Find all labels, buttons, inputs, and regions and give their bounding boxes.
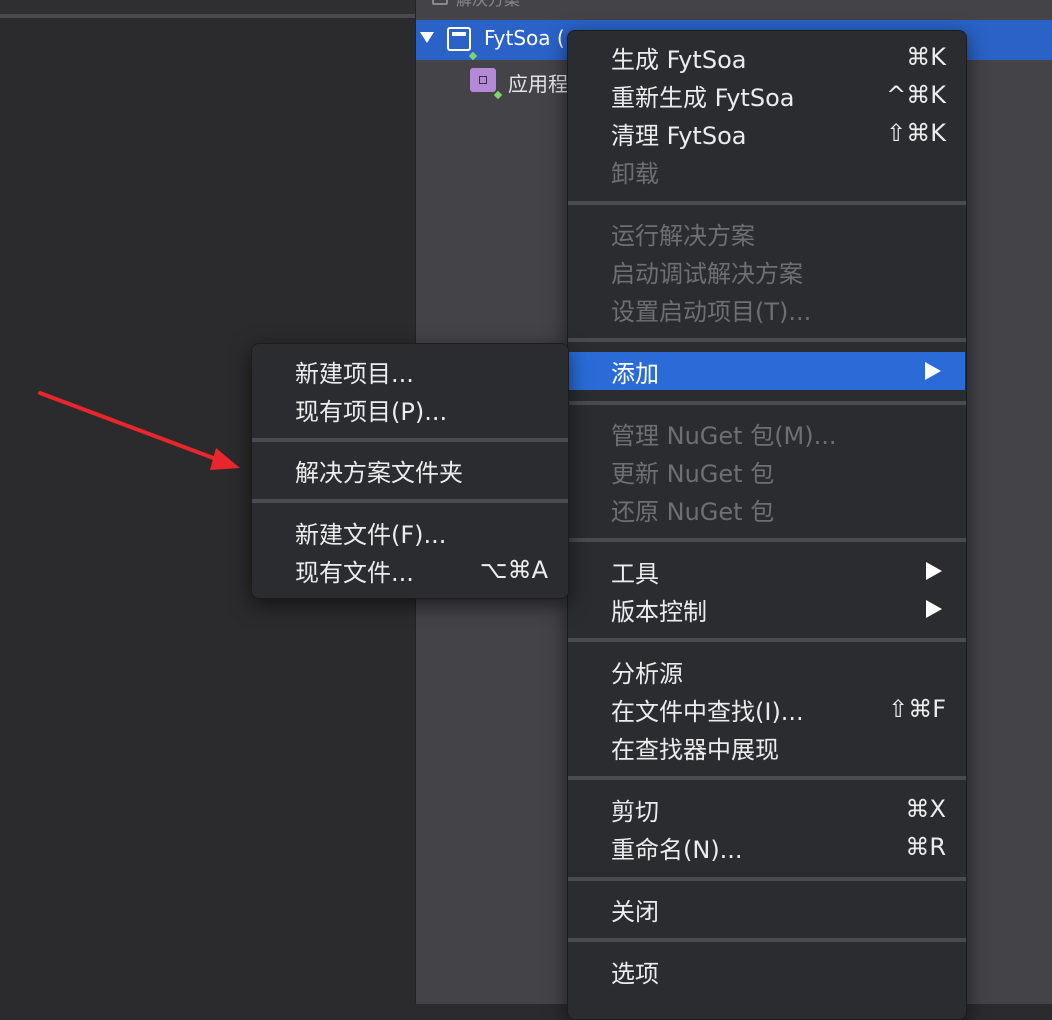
menu-item-label: 添加 xyxy=(611,359,659,388)
menu-separator xyxy=(568,401,966,405)
menu-separator xyxy=(568,638,966,642)
menu-item-label: 还原 NuGet 包 xyxy=(611,497,775,526)
menu-item-label: 现有文件... xyxy=(295,558,414,587)
solution-pane-title: 解决方案 xyxy=(456,0,520,10)
menu-item-label: 卸载 xyxy=(611,159,659,188)
add-submenu: 新建项目... 现有项目(P)... 解决方案文件夹 新建文件(F)... 现有… xyxy=(251,343,569,599)
menu-item-update-nuget[interactable]: 更新 NuGet 包 xyxy=(568,452,966,490)
menu-item-restore-nuget[interactable]: 还原 NuGet 包 xyxy=(568,490,966,528)
menu-separator xyxy=(568,877,966,881)
menu-item-label: 管理 NuGet 包(M)... xyxy=(611,421,837,450)
menu-item-close[interactable]: 关闭 xyxy=(568,890,966,928)
menu-item-label: 解决方案文件夹 xyxy=(295,458,463,487)
menu-item-rename[interactable]: 重命名(N)... ⌘R xyxy=(568,828,966,866)
menu-item-label: 工具 xyxy=(611,559,659,588)
menu-item-label: 版本控制 xyxy=(611,597,707,626)
project-folder-icon xyxy=(470,68,496,92)
menu-separator xyxy=(568,776,966,780)
menu-item-shortcut: ⌘K xyxy=(906,43,946,71)
menu-item-label: 清理 FytSoa xyxy=(611,121,747,150)
submenu-arrow-icon xyxy=(926,562,942,580)
submenu-item-existing-project[interactable]: 现有项目(P)... xyxy=(252,390,568,428)
submenu-item-existing-files[interactable]: 现有文件... ⌥⌘A xyxy=(252,551,568,589)
menu-item-label: 现有项目(P)... xyxy=(295,397,448,426)
context-menu: 生成 FytSoa ⌘K 重新生成 FytSoa ^⌘K 清理 FytSoa ⇧… xyxy=(567,30,967,1020)
menu-item-label: 分析源 xyxy=(611,659,683,688)
menu-item-label: 在文件中查找(I)... xyxy=(611,697,804,726)
menu-item-cut[interactable]: 剪切 ⌘X xyxy=(568,790,966,828)
menu-item-reveal-in-finder[interactable]: 在查找器中展现 xyxy=(568,728,966,766)
solution-icon xyxy=(447,27,471,51)
solution-pane-header: 解决方案 xyxy=(432,0,520,10)
menu-item-version-control[interactable]: 版本控制 xyxy=(568,590,966,628)
menu-item-build[interactable]: 生成 FytSoa ⌘K xyxy=(568,38,966,76)
menu-separator xyxy=(568,938,966,942)
menu-item-tools[interactable]: 工具 xyxy=(568,552,966,590)
editor-divider xyxy=(0,14,415,18)
solution-pane-icon xyxy=(432,0,448,5)
menu-separator xyxy=(252,438,568,442)
menu-item-unload[interactable]: 卸载 xyxy=(568,152,966,190)
menu-item-manage-nuget[interactable]: 管理 NuGet 包(M)... xyxy=(568,414,966,452)
menu-item-shortcut: ⌥⌘A xyxy=(479,556,548,584)
menu-separator xyxy=(252,499,568,503)
menu-item-add[interactable]: 添加 xyxy=(569,352,965,390)
menu-item-clean[interactable]: 清理 FytSoa ⇧⌘K xyxy=(568,114,966,152)
menu-item-label: 新建文件(F)... xyxy=(295,520,447,549)
menu-item-options[interactable]: 选项 xyxy=(568,952,966,990)
editor-tab-bar xyxy=(0,0,415,14)
menu-item-label: 选项 xyxy=(611,959,659,988)
menu-item-label: 启动调试解决方案 xyxy=(611,259,803,288)
tree-solution-label[interactable]: FytSoa ( xyxy=(484,26,565,50)
menu-item-label: 运行解决方案 xyxy=(611,221,755,250)
menu-item-label: 新建项目... xyxy=(295,359,414,388)
menu-item-debug-solution[interactable]: 启动调试解决方案 xyxy=(568,252,966,290)
menu-item-rebuild[interactable]: 重新生成 FytSoa ^⌘K xyxy=(568,76,966,114)
expand-arrow-icon[interactable] xyxy=(420,32,434,43)
tree-project-label[interactable]: 应用程 xyxy=(508,68,568,97)
menu-item-find-in-files[interactable]: 在文件中查找(I)... ⇧⌘F xyxy=(568,690,966,728)
submenu-arrow-icon xyxy=(925,362,941,380)
menu-item-label: 重命名(N)... xyxy=(611,835,743,864)
menu-item-label: 更新 NuGet 包 xyxy=(611,459,775,488)
menu-item-label: 在查找器中展现 xyxy=(611,735,779,764)
menu-item-shortcut: ⇧⌘K xyxy=(886,119,946,147)
menu-item-label: 生成 FytSoa xyxy=(611,45,747,74)
menu-item-label: 设置启动项目(T)... xyxy=(611,297,812,326)
menu-separator xyxy=(568,201,966,205)
menu-item-set-startup[interactable]: 设置启动项目(T)... xyxy=(568,290,966,328)
menu-item-label: 重新生成 FytSoa xyxy=(611,83,795,112)
submenu-item-solution-folder[interactable]: 解决方案文件夹 xyxy=(252,451,568,489)
submenu-item-new-file[interactable]: 新建文件(F)... xyxy=(252,513,568,551)
menu-item-run-solution[interactable]: 运行解决方案 xyxy=(568,214,966,252)
menu-separator xyxy=(568,338,966,342)
menu-item-shortcut: ^⌘K xyxy=(886,81,946,109)
menu-item-label: 剪切 xyxy=(611,797,659,826)
submenu-arrow-icon xyxy=(926,600,942,618)
menu-item-analyze-source[interactable]: 分析源 xyxy=(568,652,966,690)
menu-item-shortcut: ⌘X xyxy=(905,795,946,823)
menu-item-label: 关闭 xyxy=(611,897,659,926)
menu-separator xyxy=(568,538,966,542)
menu-item-shortcut: ⇧⌘F xyxy=(888,695,946,723)
submenu-item-new-project[interactable]: 新建项目... xyxy=(252,352,568,390)
menu-item-shortcut: ⌘R xyxy=(905,833,946,861)
